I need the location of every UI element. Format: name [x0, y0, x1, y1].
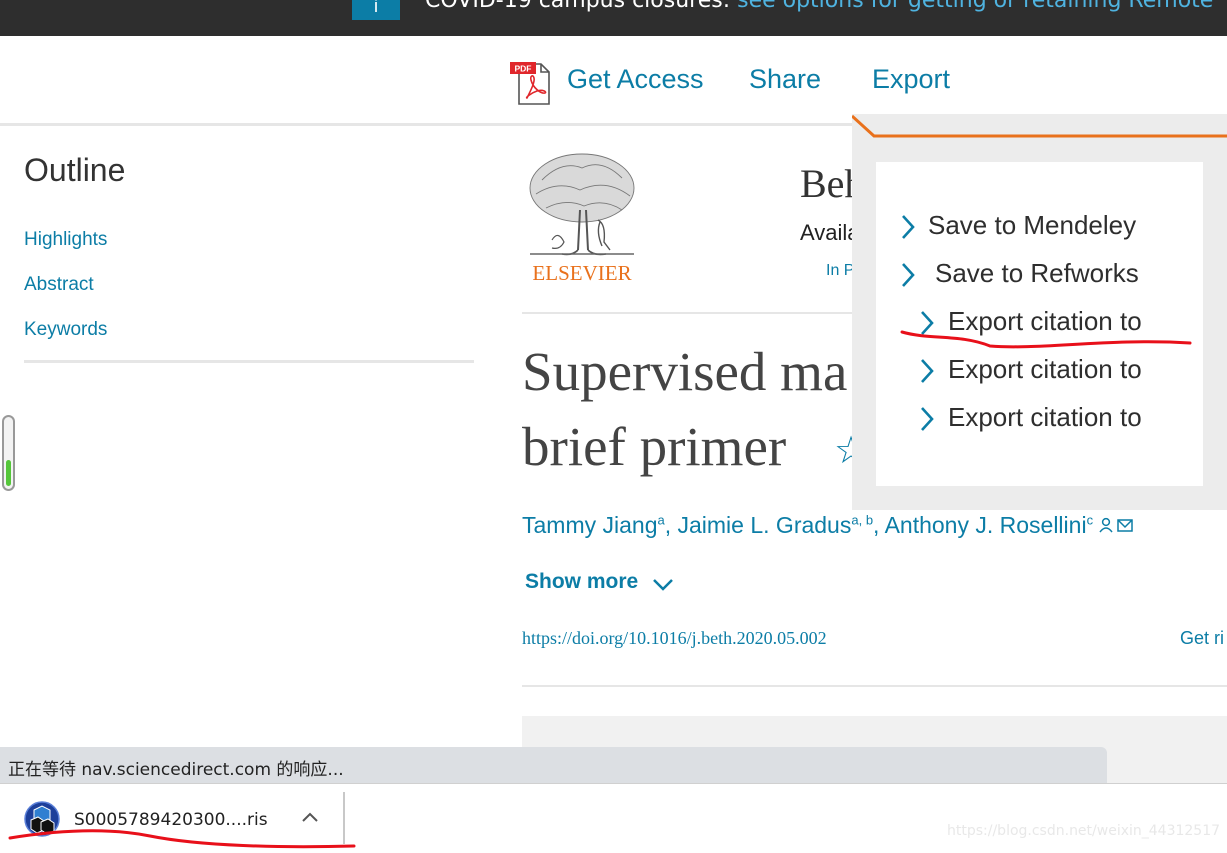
chevron-right-icon [902, 215, 915, 239]
get-rights-link[interactable]: Get ri [1180, 628, 1224, 649]
chevron-right-icon [921, 359, 934, 383]
outline-link-highlights[interactable]: Highlights [24, 229, 107, 251]
chevron-up-icon[interactable] [300, 810, 320, 824]
author-separator: , [664, 512, 678, 538]
author-affiliation[interactable]: c [1087, 512, 1094, 527]
covid-banner: i COVID-19 campus closures: see options … [0, 0, 1227, 36]
menu-item-export-citation-text[interactable]: Export citation to [948, 402, 1142, 433]
pdf-icon[interactable]: PDF [509, 60, 555, 106]
status-text: 正在等待 nav.sciencedirect.com 的响应... [8, 760, 344, 780]
banner-link[interactable]: see options for getting or retaining Rem… [737, 0, 1213, 13]
download-item-divider [343, 792, 345, 844]
scroll-progress-fill [6, 460, 11, 486]
elsevier-logo-text: ELSEVIER [532, 261, 631, 284]
author-list: Tammy Jianga, Jaimie L. Gradusa, b, Anth… [522, 512, 1134, 539]
author-link[interactable]: Jaimie L. Gradus [678, 512, 852, 538]
export-dropdown-accent [852, 114, 1227, 138]
menu-item-save-mendeley[interactable]: Save to Mendeley [928, 210, 1136, 241]
pdf-badge-text: PDF [515, 64, 532, 74]
outline-divider [24, 360, 474, 363]
article-title-line2: brief primer [522, 416, 787, 477]
show-more-button[interactable]: Show more [525, 570, 638, 594]
author-affiliation[interactable]: a [657, 512, 664, 527]
article-title-line1: Supervised ma [522, 341, 848, 402]
outline-link-abstract[interactable]: Abstract [24, 274, 94, 296]
scroll-progress-indicator[interactable] [2, 415, 15, 491]
outline-link-keywords[interactable]: Keywords [24, 319, 107, 341]
watermark: https://blog.csdn.net/weixin_44312517 [947, 823, 1221, 839]
doi-link[interactable]: https://doi.org/10.1016/j.beth.2020.05.0… [522, 628, 827, 649]
chevron-right-icon [921, 311, 934, 335]
ris-file-icon[interactable] [22, 800, 62, 838]
author-link[interactable]: Anthony J. Rosellini [885, 512, 1087, 538]
outline-title: Outline [24, 152, 126, 188]
author-separator: , [873, 512, 885, 538]
banner-message: COVID-19 campus closures: [425, 0, 738, 13]
elsevier-logo[interactable]: ELSEVIER [522, 150, 642, 284]
download-file-name[interactable]: S0005789420300....ris [74, 810, 268, 830]
share-button[interactable]: Share [749, 64, 821, 95]
chevron-down-icon[interactable] [652, 577, 674, 593]
page: i COVID-19 campus closures: see options … [0, 0, 1227, 853]
author-contact-icons[interactable] [1099, 516, 1134, 534]
browser-status-bar: 正在等待 nav.sciencedirect.com 的响应... [0, 747, 1107, 783]
article-meta-divider [522, 685, 1227, 687]
get-access-button[interactable]: Get Access [567, 64, 704, 95]
menu-item-save-refworks[interactable]: Save to Refworks [935, 258, 1139, 289]
menu-item-export-citation-bibtex[interactable]: Export citation to [948, 354, 1142, 385]
author-affiliation[interactable]: a, b [851, 512, 873, 527]
author-link[interactable]: Tammy Jiang [522, 512, 657, 538]
info-badge: i [352, 0, 400, 20]
menu-item-export-citation-ris[interactable]: Export citation to [948, 306, 1142, 337]
chevron-right-icon [921, 407, 934, 431]
export-button[interactable]: Export [872, 64, 950, 95]
banner-text: COVID-19 campus closures: see options fo… [425, 0, 1213, 13]
chevron-right-icon [902, 263, 915, 287]
person-icon [1102, 517, 1111, 527]
